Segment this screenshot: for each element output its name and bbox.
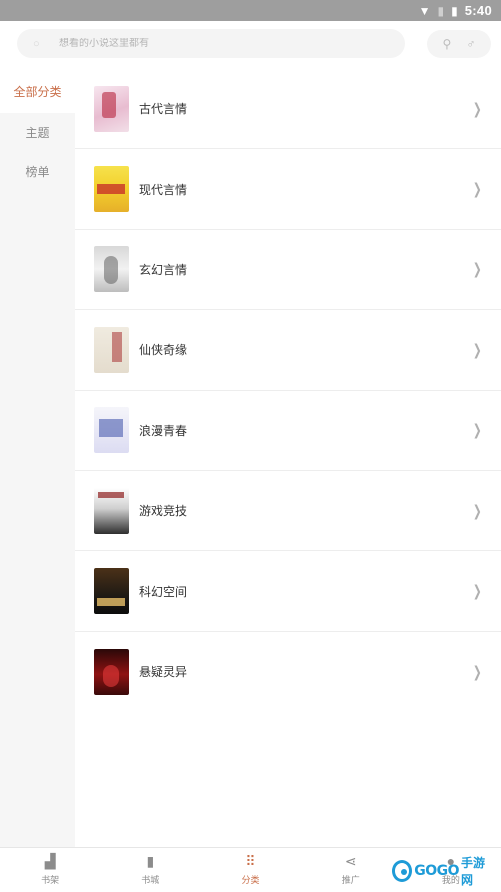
bookshelf-icon: ▟ — [44, 853, 56, 869]
sidebar-item-label: 主题 — [25, 126, 50, 140]
book-cover-image — [94, 246, 129, 293]
chevron-right-icon: ❯ — [472, 100, 482, 118]
search-input[interactable] — [59, 38, 359, 49]
category-label: 浪漫青春 — [139, 423, 188, 438]
tab-bookstore[interactable]: ▮ 书城 — [100, 848, 200, 892]
category-row[interactable]: 仙侠奇缘 ❯ — [75, 310, 501, 391]
wifi-icon: ▼ — [418, 3, 431, 18]
category-row[interactable]: 科幻空间 ❯ — [75, 551, 501, 632]
sidebar-item-all[interactable]: 全部分类 — [0, 69, 75, 113]
sim-icon: ▮ — [437, 3, 445, 18]
clock: 5:40 — [464, 3, 492, 18]
status-bar: ▼ ▮ ▮ 5:40 — [0, 0, 501, 21]
category-label: 悬疑灵异 — [139, 665, 188, 680]
sidebar-item-label: 榜单 — [25, 165, 50, 179]
chevron-right-icon: ❯ — [472, 583, 482, 601]
search-icon: ○ — [33, 37, 40, 50]
category-row[interactable]: 悬疑灵异 ❯ — [75, 632, 501, 712]
chevron-right-icon: ❯ — [472, 422, 482, 440]
category-label: 现代言情 — [139, 182, 188, 197]
watermark-circle-icon — [392, 860, 413, 882]
tab-category[interactable]: ⠿ 分类 — [200, 848, 300, 892]
sidebar: 全部分类 主题 榜单 — [0, 69, 75, 847]
category-list: 古代言情 ❯ 现代言情 ❯ 玄幻言情 ❯ 仙侠奇缘 ❯ 浪漫青春 ❯ 游戏竞技 … — [75, 69, 501, 712]
sidebar-item-label: 全部分类 — [13, 84, 62, 99]
chevron-right-icon: ❯ — [472, 181, 482, 199]
book-cover-image — [94, 166, 129, 213]
category-label: 玄幻言情 — [139, 262, 188, 277]
category-row[interactable]: 现代言情 ❯ — [75, 149, 501, 230]
tab-label: 分类 — [241, 875, 260, 885]
sidebar-item-ranking[interactable]: 榜单 — [0, 152, 75, 191]
watermark-suffix: 手游网 — [461, 856, 486, 887]
category-row[interactable]: 玄幻言情 ❯ — [75, 230, 501, 311]
category-row[interactable]: 浪漫青春 ❯ — [75, 391, 501, 471]
category-label: 古代言情 — [139, 102, 188, 117]
gender-male-icon[interactable]: ♂ — [466, 37, 475, 51]
category-icon: ⠿ — [245, 853, 256, 869]
book-cover-image — [94, 407, 129, 454]
top-bar: ○ ⚲ ♂ — [0, 21, 501, 69]
header-actions: ⚲ ♂ — [427, 30, 491, 58]
share-icon: ⋖ — [344, 853, 357, 869]
category-row[interactable]: 古代言情 ❯ — [75, 69, 501, 150]
category-row[interactable]: 游戏竞技 ❯ — [75, 471, 501, 552]
book-cover-image — [94, 568, 129, 615]
chevron-right-icon: ❯ — [472, 663, 482, 681]
category-label: 仙侠奇缘 — [139, 343, 188, 358]
chevron-right-icon: ❯ — [472, 341, 482, 359]
chevron-right-icon: ❯ — [472, 502, 482, 520]
book-icon: ▮ — [146, 853, 155, 869]
category-label: 科幻空间 — [139, 584, 188, 599]
tab-label: 推广 — [341, 875, 360, 885]
tab-label: 书架 — [41, 875, 60, 885]
tab-label: 书城 — [141, 875, 160, 885]
search-box[interactable]: ○ — [17, 29, 405, 58]
tab-bookshelf[interactable]: ▟ 书架 — [0, 848, 100, 892]
battery-icon: ▮ — [451, 3, 458, 18]
watermark-logo: GOGO 手游网 — [392, 856, 493, 887]
book-cover-image — [94, 487, 129, 534]
book-cover-image — [94, 85, 129, 132]
book-cover-image — [94, 648, 129, 695]
watermark-text: GOGO — [414, 863, 460, 879]
sidebar-item-theme[interactable]: 主题 — [0, 113, 75, 152]
book-cover-image — [94, 326, 129, 373]
tab-promote[interactable]: ⋖ 推广 — [301, 848, 401, 892]
chevron-right-icon: ❯ — [472, 261, 482, 279]
search-small-icon[interactable]: ⚲ — [443, 37, 452, 51]
category-label: 游戏竞技 — [139, 504, 188, 519]
